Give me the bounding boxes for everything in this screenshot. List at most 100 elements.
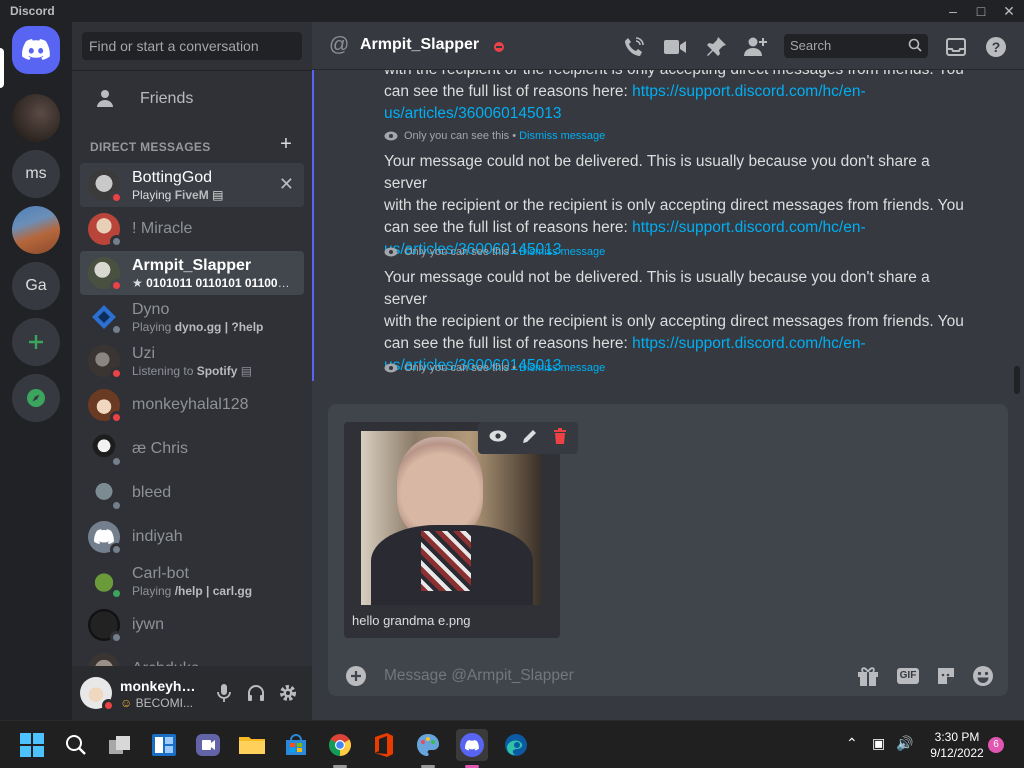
emoji-picker-button[interactable] — [971, 664, 995, 688]
dm-item-iywn[interactable]: iywn — [80, 603, 304, 647]
office-button[interactable] — [368, 729, 400, 761]
gif-picker-button[interactable]: GIF — [896, 664, 920, 688]
upload-button[interactable] — [346, 666, 366, 686]
eye-icon — [384, 247, 398, 257]
server-icon-3[interactable] — [12, 206, 60, 254]
send-gift-button[interactable] — [856, 664, 880, 688]
file-explorer-button[interactable] — [236, 729, 268, 761]
widgets-button[interactable] — [148, 729, 180, 761]
custom-status-emoji-icon: ★ — [132, 275, 143, 290]
start-voice-call-button[interactable] — [622, 35, 646, 59]
username[interactable]: monkeyhal... — [120, 678, 200, 694]
message-text: with the recipient or the recipient is o… — [384, 70, 964, 122]
dm-item-monkeyhalal128[interactable]: monkeyhalal128 — [80, 383, 304, 427]
add-server-button[interactable] — [12, 318, 60, 366]
microsoft-store-button[interactable] — [280, 729, 312, 761]
support-link[interactable]: https://support.discord.com/hc/en- — [632, 335, 865, 352]
find-conversation-button[interactable]: Find or start a conversation — [82, 32, 302, 60]
message-input[interactable]: Message @Armpit_Slapper — [384, 667, 574, 685]
dm-item-uzi[interactable]: Uzi Listening to Spotify ▤ — [80, 339, 304, 383]
avatar — [88, 477, 123, 512]
remove-attachment-button[interactable] — [553, 427, 567, 449]
paint-app-button[interactable] — [412, 729, 444, 761]
avatar — [88, 169, 123, 204]
user-avatar[interactable] — [80, 677, 115, 712]
dismiss-message-link[interactable]: Dismiss message — [519, 246, 605, 258]
create-dm-button[interactable]: + — [278, 134, 294, 154]
maximize-button[interactable]: □ — [968, 2, 994, 20]
status-dnd-icon — [102, 699, 115, 712]
dismiss-message-link[interactable]: Dismiss message — [519, 362, 605, 374]
dm-list: BottingGod Playing FiveM ▤ ✕ ! Miracle A… — [80, 163, 304, 691]
search-input[interactable]: Search — [784, 34, 928, 58]
trash-icon — [553, 427, 566, 444]
deafen-button[interactable] — [246, 683, 266, 703]
eye-icon — [384, 131, 398, 141]
dm-name: Carl-bot — [132, 564, 189, 582]
chat-icon — [196, 734, 220, 756]
avatar — [88, 257, 123, 292]
svg-text:?: ? — [992, 39, 1001, 55]
dm-item-indiyah[interactable]: indiyah — [80, 515, 304, 559]
inbox-button[interactable] — [944, 35, 968, 59]
edge-button[interactable] — [500, 729, 532, 761]
dm-name: Uzi — [132, 344, 156, 362]
server-icon-ms[interactable]: ms — [12, 150, 60, 198]
gif-icon: GIF — [896, 668, 920, 684]
spoiler-toggle-button[interactable] — [489, 429, 507, 447]
dm-section-title: DIRECT MESSAGES — [90, 140, 211, 154]
search-taskbar-button[interactable] — [60, 729, 92, 761]
status-offline-icon — [110, 323, 123, 336]
mute-button[interactable] — [214, 683, 234, 703]
dm-item-ae-chris[interactable]: æ Chris — [80, 427, 304, 471]
app-title: Discord — [10, 4, 55, 18]
edit-attachment-button[interactable] — [522, 428, 538, 449]
edge-icon — [505, 734, 527, 756]
friends-nav-item[interactable]: Friends — [80, 78, 304, 120]
task-view-button[interactable] — [104, 729, 136, 761]
attachment-actions — [478, 422, 578, 454]
explore-servers-button[interactable] — [12, 374, 60, 422]
discord-taskbar-button[interactable] — [456, 729, 488, 761]
dm-item-bottinggod[interactable]: BottingGod Playing FiveM ▤ ✕ — [80, 163, 304, 207]
dm-item-dyno[interactable]: Dyno Playing dyno.gg | ?help — [80, 295, 304, 339]
dm-name: Dyno — [132, 300, 170, 318]
eye-icon — [489, 430, 507, 442]
start-video-call-button[interactable] — [663, 35, 687, 59]
divider — [72, 70, 312, 71]
dm-item-armpit-slapper[interactable]: Armpit_Slapper ★ 0101011 0110101 011000.… — [80, 251, 304, 295]
add-friends-to-dm-button[interactable] — [744, 35, 768, 59]
support-link[interactable]: us/articles/360060145013 — [384, 105, 562, 122]
home-button[interactable] — [12, 26, 60, 74]
dm-name: bleed — [132, 484, 172, 501]
pinned-messages-button[interactable] — [704, 35, 728, 59]
network-icon[interactable]: ▣ — [872, 735, 885, 752]
server-icon-1[interactable] — [12, 94, 60, 142]
close-window-button[interactable]: ✕ — [996, 2, 1022, 20]
server-icon-ga[interactable]: Ga — [12, 262, 60, 310]
status-offline-icon — [110, 543, 123, 556]
dm-item-carl-bot[interactable]: Carl-bot Playing /help | carl.gg — [80, 559, 304, 603]
system-clock[interactable]: 3:30 PM 9/12/2022 — [926, 729, 988, 761]
help-button[interactable]: ? — [984, 35, 1008, 59]
minimize-button[interactable]: – — [940, 2, 966, 20]
notification-badge[interactable]: 6 — [988, 737, 1004, 753]
chrome-button[interactable] — [324, 729, 356, 761]
scrollbar-thumb[interactable] — [1014, 366, 1020, 394]
close-dm-icon[interactable]: ✕ — [279, 175, 294, 193]
teams-chat-button[interactable] — [192, 729, 224, 761]
dm-item-miracle[interactable]: ! Miracle — [80, 207, 304, 251]
sticker-picker-button[interactable] — [934, 664, 958, 688]
support-link[interactable]: https://support.discord.com/hc/en- — [632, 83, 865, 100]
microphone-icon — [217, 684, 231, 702]
status-online-icon — [110, 587, 123, 600]
start-button[interactable] — [16, 729, 48, 761]
store-icon — [286, 734, 306, 755]
support-link[interactable]: https://support.discord.com/hc/en- — [632, 219, 865, 236]
dismiss-message-link[interactable]: Dismiss message — [519, 130, 605, 142]
volume-icon[interactable]: 🔊 — [896, 735, 913, 752]
user-settings-button[interactable] — [278, 683, 298, 703]
show-hidden-icons-button[interactable]: ⌃ — [846, 735, 858, 752]
dm-item-bleed[interactable]: bleed — [80, 471, 304, 515]
channel-name: Armpit_Slapper — [360, 36, 480, 53]
